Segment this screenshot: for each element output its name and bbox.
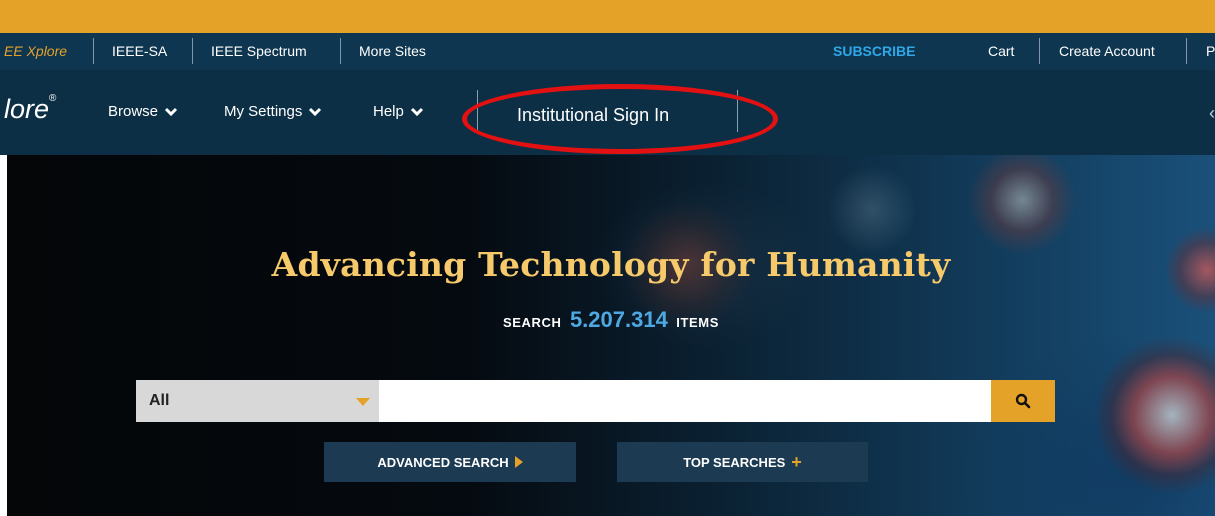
cart-link[interactable]: Cart [988, 43, 1014, 59]
chevron-down-icon [309, 107, 322, 116]
hero-banner: Advancing Technology for Humanity SEARCH… [7, 155, 1215, 516]
search-scope-select[interactable]: All [136, 380, 379, 422]
virus-particle-image [827, 165, 917, 255]
ieee-spectrum-link[interactable]: IEEE Spectrum [211, 43, 307, 59]
chevron-down-icon [164, 107, 178, 116]
caret-down-icon [356, 398, 370, 406]
chevron-left-icon: ‹ [1209, 103, 1215, 123]
virus-particle-image [1097, 335, 1215, 495]
top-searches-button[interactable]: TOP SEARCHES + [617, 442, 868, 482]
stat-prefix: SEARCH [502, 315, 562, 330]
caret-right-icon [514, 456, 523, 468]
logo-text: lore [4, 94, 50, 124]
create-account-link[interactable]: Create Account [1059, 43, 1155, 59]
browse-label: Browse [108, 103, 159, 120]
my-settings-label: My Settings [224, 103, 303, 120]
stat-suffix: ITEMS [676, 315, 719, 330]
stat-value: 5.207.314 [569, 307, 668, 332]
top-searches-label: TOP SEARCHES [683, 454, 786, 470]
personal-sign-in-link[interactable]: P [1206, 43, 1215, 59]
ieee-xplore-link[interactable]: EE Xplore [4, 43, 67, 59]
more-sites-link[interactable]: More Sites [359, 43, 426, 59]
plus-icon: + [791, 452, 802, 472]
browse-menu[interactable]: Browse [108, 103, 178, 120]
item-count: SEARCH 5.207.314 ITEMS [7, 307, 1215, 333]
divider [1039, 38, 1040, 64]
chevron-down-icon [410, 107, 423, 116]
ieee-sa-link[interactable]: IEEE-SA [112, 43, 167, 59]
search-bar: All [136, 380, 1055, 422]
divider [93, 38, 94, 64]
advanced-search-button[interactable]: ADVANCED SEARCH [324, 442, 576, 482]
advanced-search-label: ADVANCED SEARCH [377, 454, 509, 470]
scope-selected-value: All [149, 392, 170, 409]
ieee-xplore-page: EE Xplore IEEE-SA IEEE Spectrum More Sit… [0, 0, 1215, 516]
meta-links-bar: EE Xplore IEEE-SA IEEE Spectrum More Sit… [0, 33, 1215, 70]
help-label: Help [373, 103, 404, 120]
registered-mark: ® [49, 93, 57, 104]
hero-headline: Advancing Technology for Humanity [271, 245, 951, 284]
top-accent-strip [0, 0, 1215, 33]
search-button[interactable] [991, 380, 1055, 422]
divider [192, 38, 193, 64]
search-input[interactable] [379, 380, 991, 422]
help-menu[interactable]: Help [373, 103, 424, 120]
subscribe-link[interactable]: SUBSCRIBE [833, 43, 915, 59]
divider [340, 38, 341, 64]
my-settings-menu[interactable]: My Settings [224, 103, 322, 120]
virus-particle-image [967, 155, 1077, 255]
search-icon [1015, 393, 1031, 409]
highlight-annotation [462, 84, 778, 154]
xplore-logo[interactable]: lore® [4, 93, 57, 125]
divider [1186, 38, 1187, 64]
